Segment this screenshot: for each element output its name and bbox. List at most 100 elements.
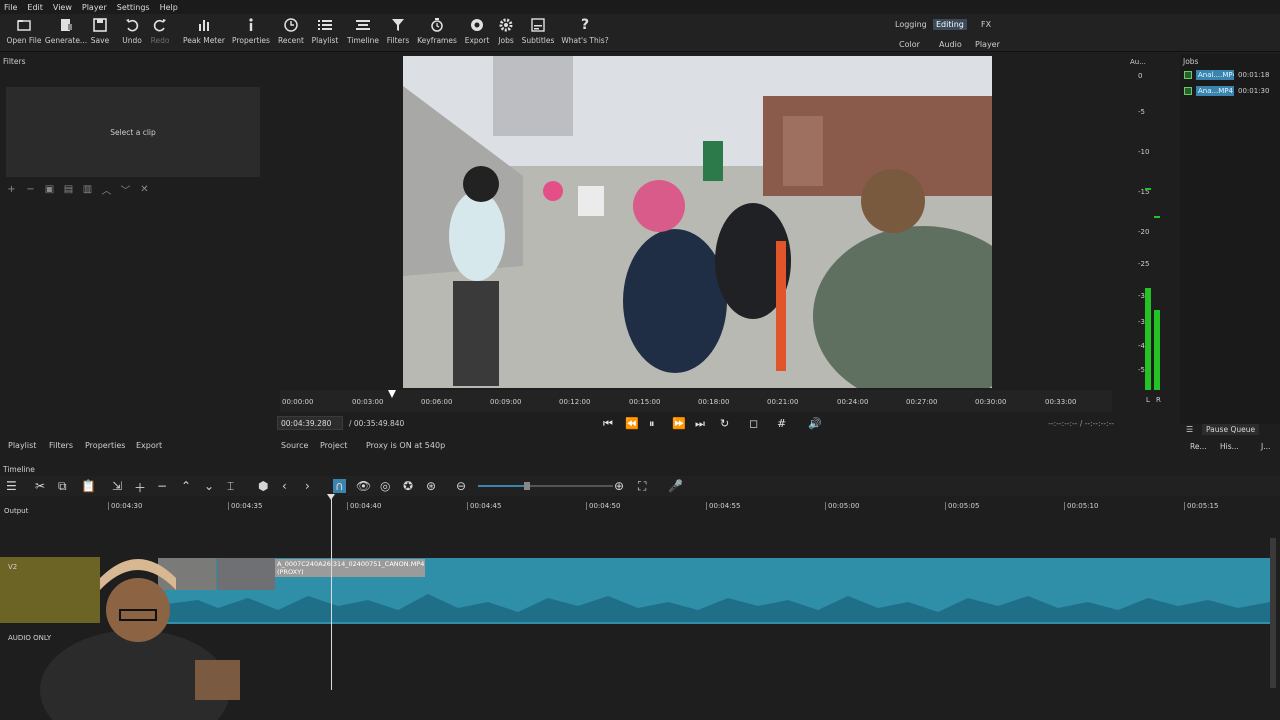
timeline-ruler[interactable]: 00:04:30 00:04:35 00:04:40 00:04:45 00:0… — [100, 499, 1270, 513]
volume-icon[interactable]: 🔊 — [808, 417, 822, 430]
check-icon — [1184, 87, 1192, 95]
snap-icon[interactable]: ∩ — [333, 479, 346, 493]
zoom-slider-handle[interactable] — [524, 482, 530, 490]
remove-icon[interactable]: − — [157, 479, 167, 493]
jobs-re-button[interactable]: Re... — [1190, 442, 1207, 451]
ruler-tick: 00:05:05 — [945, 502, 979, 510]
add-icon[interactable]: ＋ — [134, 479, 146, 496]
menu-settings[interactable]: Settings — [117, 3, 150, 12]
append-icon[interactable]: ⇲ — [112, 479, 122, 493]
audio-waveform — [158, 594, 1270, 622]
jobs-j-button[interactable]: J... — [1261, 442, 1270, 451]
lift-icon[interactable]: ⌃ — [181, 479, 191, 493]
job-item[interactable]: Ana...MP4 00:01:30 — [1184, 85, 1269, 97]
scrub-tick: 00:27:00 — [906, 398, 938, 406]
overwrite-icon[interactable]: ⌄ — [204, 479, 214, 493]
fast-forward-icon[interactable]: ⏩ — [672, 417, 686, 430]
zoom-slider[interactable] — [478, 482, 613, 490]
add-filter-icon[interactable]: + — [6, 184, 17, 195]
job-name: Ana...MP4 — [1196, 86, 1234, 96]
layout-color[interactable]: Color — [899, 40, 920, 49]
zoom-fit-icon[interactable]: ◻ — [749, 417, 758, 430]
next-marker-icon[interactable]: › — [305, 479, 310, 493]
timeline-playhead-handle[interactable] — [327, 494, 335, 500]
pause-queue-button[interactable]: Pause Queue — [1202, 424, 1260, 435]
move-down-icon[interactable]: ﹀ — [120, 184, 131, 197]
close-icon[interactable]: ✕ — [139, 184, 150, 195]
jobs-history-button[interactable]: His... — [1220, 442, 1239, 451]
meter-title: Au... — [1130, 58, 1146, 66]
skip-next-icon[interactable]: ⏭ — [695, 417, 705, 431]
video-preview[interactable] — [403, 56, 992, 388]
menu-help[interactable]: Help — [160, 3, 178, 12]
timeline-scrollbar[interactable] — [1270, 538, 1276, 688]
previous-marker-icon[interactable]: ‹ — [282, 479, 287, 493]
filter-funnel-icon — [389, 16, 407, 34]
meter-peak-left — [1145, 188, 1151, 190]
marker-icon[interactable]: ⬢ — [258, 479, 268, 493]
scrub-tick: 00:33:00 — [1045, 398, 1077, 406]
ripple-all-icon[interactable]: ✪ — [403, 479, 413, 493]
tab-source[interactable]: Source — [281, 441, 308, 450]
grid-icon[interactable]: # — [777, 417, 786, 430]
menu-file[interactable]: File — [4, 3, 17, 12]
split-icon[interactable]: ⌶ — [227, 479, 234, 494]
copy-icon[interactable]: ⧉ — [58, 479, 67, 494]
zoom-in-icon[interactable]: ⊕ — [614, 479, 624, 493]
tab-export[interactable]: Export — [136, 441, 162, 450]
tab-properties[interactable]: Properties — [85, 441, 125, 450]
select-clip-text: Select a clip — [110, 127, 156, 137]
zoom-out-icon[interactable]: ⊖ — [456, 479, 466, 493]
jobs-title: Jobs — [1183, 57, 1199, 66]
microphone-icon[interactable]: 🎤 — [668, 479, 683, 493]
menu-view[interactable]: View — [53, 3, 72, 12]
pause-icon[interactable]: ⏸ — [649, 417, 655, 431]
copy-filter-icon[interactable]: ▣ — [44, 184, 55, 195]
meter-channel-right: R — [1156, 396, 1161, 404]
save-filter-icon[interactable]: ▥ — [82, 184, 93, 195]
tab-playlist[interactable]: Playlist — [8, 441, 36, 450]
skip-previous-icon[interactable]: ⏮ — [603, 417, 613, 431]
tab-project[interactable]: Project — [320, 441, 347, 450]
menu-player[interactable]: Player — [82, 3, 107, 12]
scrub-drag-icon[interactable]: 👁 — [356, 479, 371, 493]
timeline-playhead[interactable] — [331, 496, 332, 690]
layout-audio[interactable]: Audio — [939, 40, 962, 49]
layout-logging[interactable]: Logging — [895, 20, 927, 29]
whats-this-button[interactable]: ? What's This? — [557, 16, 613, 45]
layout-fx[interactable]: FX — [981, 20, 991, 29]
remove-filter-icon[interactable]: − — [25, 184, 36, 195]
video-clip[interactable]: A_0007C240A26I314_02400751_CANON.MP4 (PR… — [158, 558, 1270, 624]
filters-list[interactable]: Select a clip — [6, 87, 260, 177]
position-timecode[interactable]: 00:04:39.280 — [277, 416, 343, 430]
paste-icon[interactable]: 📋 — [81, 479, 96, 493]
audio-meter: Au... 0 -5 -10 -15 -20 -25 -30 -35 -40 -… — [1126, 54, 1178, 424]
tab-filters[interactable]: Filters — [49, 441, 73, 450]
scrub-playhead[interactable] — [388, 390, 396, 398]
loop-icon[interactable]: ↻ — [720, 417, 729, 430]
meter-scale: -25 — [1138, 260, 1150, 268]
job-item[interactable]: Anal....MP4 00:01:18 — [1184, 69, 1269, 81]
output-label: Output — [4, 507, 29, 515]
zoom-fit-icon[interactable]: ⛶ — [638, 479, 646, 494]
layout-player[interactable]: Player — [975, 40, 1000, 49]
scrub-bar[interactable]: 00:00:00 00:03:00 00:06:00 00:09:00 00:1… — [280, 390, 1112, 412]
in-out-points: --:--:--:-- / --:--:--:-- — [1048, 419, 1114, 428]
ripple-markers-icon[interactable]: ⊛ — [426, 479, 436, 493]
scrub-tick: 00:12:00 — [559, 398, 591, 406]
rewind-icon[interactable]: ⏪ — [625, 417, 639, 430]
cut-icon[interactable]: ✂ — [35, 479, 45, 493]
zoom-slider-fill — [478, 485, 526, 487]
move-up-icon[interactable]: ︿ — [101, 184, 112, 197]
webcam-overlay — [0, 540, 270, 720]
ruler-tick: 00:04:40 — [347, 502, 381, 510]
menu-edit[interactable]: Edit — [27, 3, 43, 12]
peak-meter-icon — [195, 16, 213, 34]
menu-icon[interactable]: ☰ — [1186, 425, 1193, 434]
ripple-icon[interactable]: ◎ — [380, 479, 390, 493]
ruler-tick: 00:05:00 — [825, 502, 859, 510]
timeline-menu-icon[interactable]: ☰ — [6, 479, 17, 493]
output-track-header[interactable]: Output — [0, 503, 100, 531]
layout-editing[interactable]: Editing — [933, 19, 967, 30]
paste-filter-icon[interactable]: ▤ — [63, 184, 74, 195]
